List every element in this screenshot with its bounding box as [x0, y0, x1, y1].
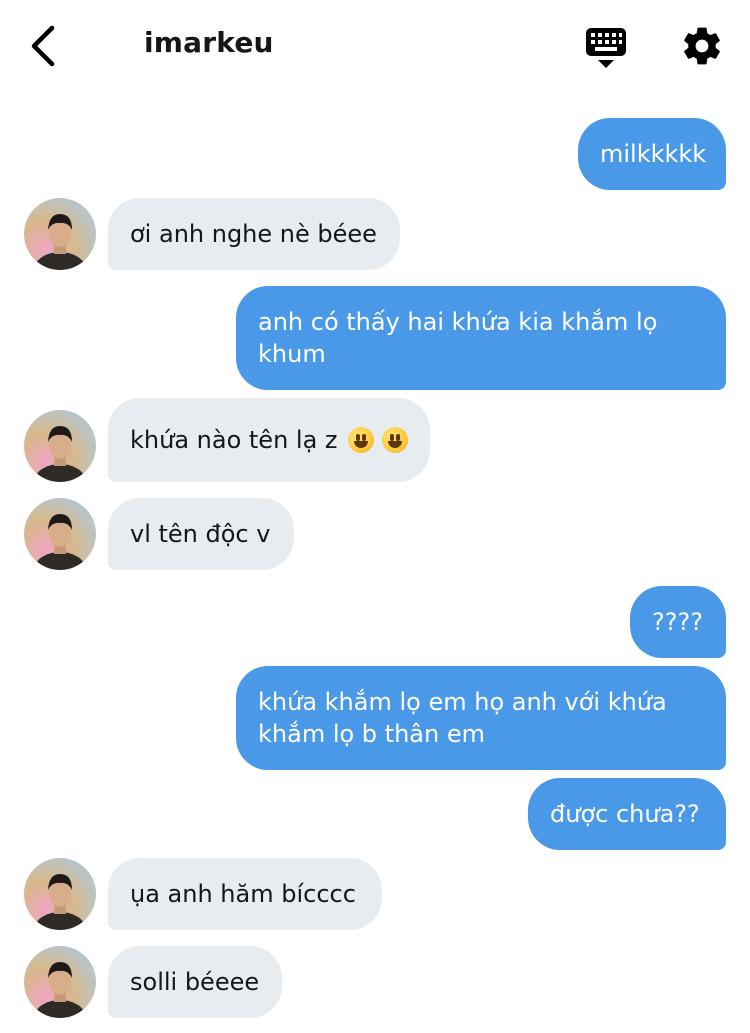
grinning-face-emoji-icon: [381, 427, 408, 453]
user-avatar: [34, 514, 86, 570]
user-avatar: [34, 426, 86, 482]
conversation-header: imarkeu: [0, 0, 750, 92]
message-bubble-sent[interactable]: milkkkkk: [578, 118, 726, 190]
message-text: khứa nào tên lạ z: [130, 426, 338, 454]
message-text-line: khắm lọ b thân em: [258, 720, 485, 748]
message-text: vl tên độc v: [130, 520, 271, 548]
message-text: ????: [652, 608, 703, 636]
keyboard-button[interactable]: [584, 26, 628, 70]
message-text: ụa anh hăm bícccc: [130, 880, 356, 908]
message-bubble-received[interactable]: solli béeee: [108, 946, 282, 1018]
user-avatar: [34, 214, 86, 270]
message-text-line: khứa khắm lọ em họ anh với khứa: [258, 688, 667, 716]
message-bubble-received[interactable]: khứa nào tên lạ z: [108, 398, 430, 482]
conversation-title[interactable]: imarkeu: [144, 26, 274, 59]
message-text: được chưa??: [550, 800, 700, 828]
chevron-left-icon: [31, 25, 55, 67]
message-text: solli béeee: [130, 968, 260, 996]
grinning-face-emoji-icon: [347, 427, 374, 453]
message-text-line: anh có thấy hai khứa kia khắm lọ: [258, 308, 658, 336]
settings-button[interactable]: [680, 24, 724, 68]
gear-icon: [684, 27, 720, 65]
user-avatar: [34, 962, 86, 1018]
message-bubble-sent[interactable]: khứa khắm lọ em họ anh với khứa khắm lọ …: [236, 666, 726, 770]
message-text-line: khum: [258, 340, 326, 368]
message-bubble-received[interactable]: ụa anh hăm bícccc: [108, 858, 382, 930]
message-bubble-received[interactable]: ơi anh nghe nè béee: [108, 198, 400, 270]
message-bubble-sent[interactable]: được chưa??: [528, 778, 726, 850]
message-bubble-received[interactable]: vl tên độc v: [108, 498, 294, 570]
contact-avatar[interactable]: [24, 946, 96, 1018]
contact-avatar[interactable]: [24, 198, 96, 270]
message-bubble-sent[interactable]: ????: [630, 586, 726, 658]
message-text: milkkkkk: [600, 140, 707, 168]
keyboard-icon: [586, 28, 626, 68]
contact-avatar[interactable]: [24, 498, 96, 570]
back-button[interactable]: [24, 22, 64, 70]
contact-avatar[interactable]: [24, 858, 96, 930]
message-bubble-sent[interactable]: anh có thấy hai khứa kia khắm lọ khum: [236, 286, 726, 390]
contact-avatar[interactable]: [24, 410, 96, 482]
message-text: ơi anh nghe nè béee: [130, 220, 377, 248]
user-avatar: [34, 874, 86, 930]
